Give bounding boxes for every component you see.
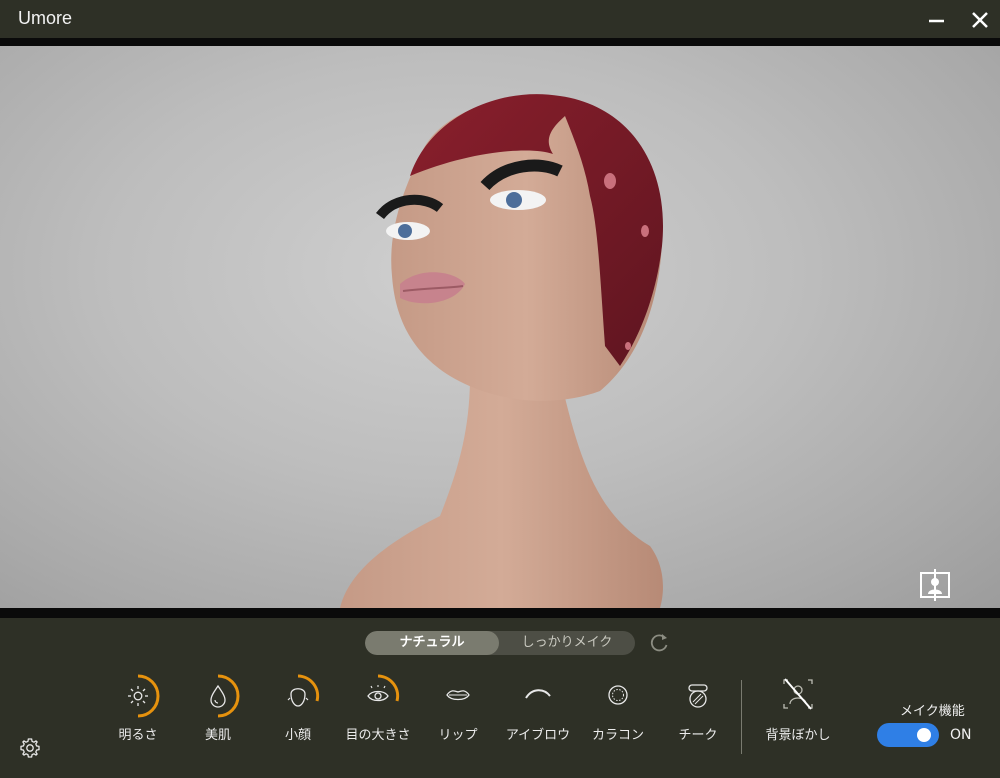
tool-label: カラコン [591, 728, 644, 743]
tool-cheek[interactable]: チーク [658, 674, 738, 754]
mode-full-makeup[interactable]: しっかりメイク [499, 631, 635, 655]
close-icon [972, 12, 988, 28]
close-button[interactable] [964, 4, 996, 34]
brightness-icon [128, 674, 160, 718]
panel-divider [741, 680, 742, 754]
refresh-icon [650, 634, 668, 652]
tool-color-contact[interactable]: カラコン [578, 674, 658, 754]
cheek-icon [688, 684, 708, 708]
background-blur-off-icon [783, 678, 813, 710]
makeup-toggle[interactable] [877, 723, 939, 747]
tool-label: アイブロウ [505, 728, 571, 743]
tool-label: 美肌 [204, 728, 231, 743]
tool-label: 明るさ [118, 728, 158, 743]
title-bar: Umore [0, 0, 1000, 38]
app-title: Umore [18, 8, 73, 28]
reset-button[interactable] [648, 632, 670, 654]
top-border [0, 38, 1000, 46]
tool-background-blur[interactable]: 背景ぼかし [758, 674, 838, 754]
tool-eyebrow[interactable]: アイブロウ [498, 674, 578, 754]
skin-drop-icon [210, 674, 240, 718]
mode-switch: ナチュラル しっかりメイク [365, 631, 635, 655]
control-panel: ナチュラル しっかりメイク 明るさ 美肌 小顔 目の大きさ リップ アイブロウ … [0, 618, 1000, 778]
tool-label: 小顔 [284, 728, 311, 743]
minimize-icon [929, 19, 944, 23]
tool-face-slim[interactable]: 小顔 [258, 674, 338, 754]
tool-label: 背景ぼかし [765, 728, 831, 743]
minimize-button[interactable] [920, 4, 952, 34]
tool-eye-size[interactable]: 目の大きさ [338, 674, 418, 754]
tool-label: チーク [678, 728, 718, 743]
mannequin-image [340, 94, 664, 608]
makeup-toggle-state: ON [950, 727, 972, 743]
toggle-knob [917, 728, 931, 742]
camera-flip-icon [920, 569, 950, 601]
tool-skin[interactable]: 美肌 [178, 674, 258, 754]
eyebrow-icon [525, 689, 551, 699]
tool-label: 目の大きさ [345, 728, 411, 743]
face-slim-icon [287, 674, 320, 707]
color-contact-icon [608, 685, 628, 705]
lip-icon [446, 690, 470, 701]
makeup-feature-label: メイク機能 [900, 704, 965, 719]
gear-icon [20, 738, 40, 758]
camera-preview [0, 46, 1000, 608]
settings-button[interactable] [18, 736, 42, 760]
tool-brightness[interactable]: 明るさ [98, 674, 178, 754]
camera-toggle-button[interactable] [918, 568, 952, 602]
tool-lip[interactable]: リップ [418, 674, 498, 754]
mode-natural[interactable]: ナチュラル [365, 631, 499, 655]
bottom-border [0, 608, 1000, 618]
eye-size-icon [367, 674, 400, 702]
tool-label: リップ [438, 728, 478, 743]
